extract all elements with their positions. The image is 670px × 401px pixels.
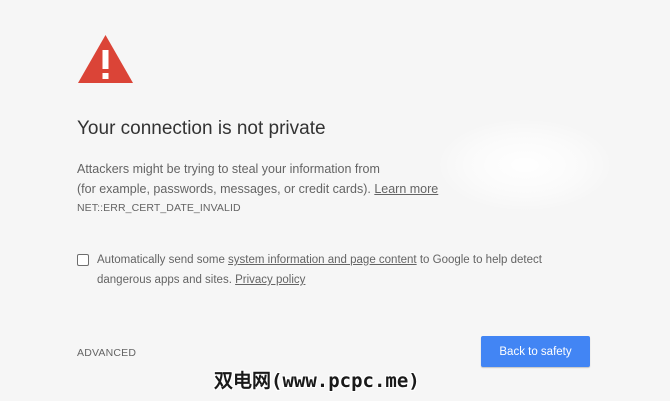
send-info-text: Automatically send some system informati… — [97, 253, 542, 290]
advanced-button[interactable]: ADVANCED — [77, 347, 136, 359]
send-info-line-1: Automatically send some system informati… — [97, 250, 542, 270]
system-info-link[interactable]: system information and page content — [228, 254, 417, 266]
back-to-safety-button[interactable]: Back to safety — [481, 336, 590, 367]
error-description: Attackers might be trying to steal your … — [77, 159, 438, 199]
description-line-2: (for example, passwords, messages, or cr… — [77, 179, 438, 199]
background-glow — [440, 120, 610, 210]
privacy-policy-link[interactable]: Privacy policy — [235, 274, 305, 286]
send-info-line-2: dangerous apps and sites. Privacy policy — [97, 270, 542, 290]
watermark-text: 双电网(www.pcpc.me) — [214, 370, 420, 392]
send-info-prefix: Automatically send some — [97, 254, 229, 266]
error-code: NET::ERR_CERT_DATE_INVALID — [77, 202, 241, 214]
learn-more-link[interactable]: Learn more — [374, 182, 438, 196]
send-info-line-2-text: dangerous apps and sites. — [97, 274, 236, 286]
description-line-1: Attackers might be trying to steal your … — [77, 162, 380, 176]
send-info-middle: to Google to help detect — [416, 254, 542, 266]
description-line-2-text: (for example, passwords, messages, or cr… — [77, 182, 375, 196]
page-title: Your connection is not private — [77, 118, 326, 139]
warning-triangle-icon — [78, 35, 133, 83]
send-info-checkbox[interactable] — [77, 254, 89, 266]
send-info-option: Automatically send some system informati… — [77, 253, 547, 297]
